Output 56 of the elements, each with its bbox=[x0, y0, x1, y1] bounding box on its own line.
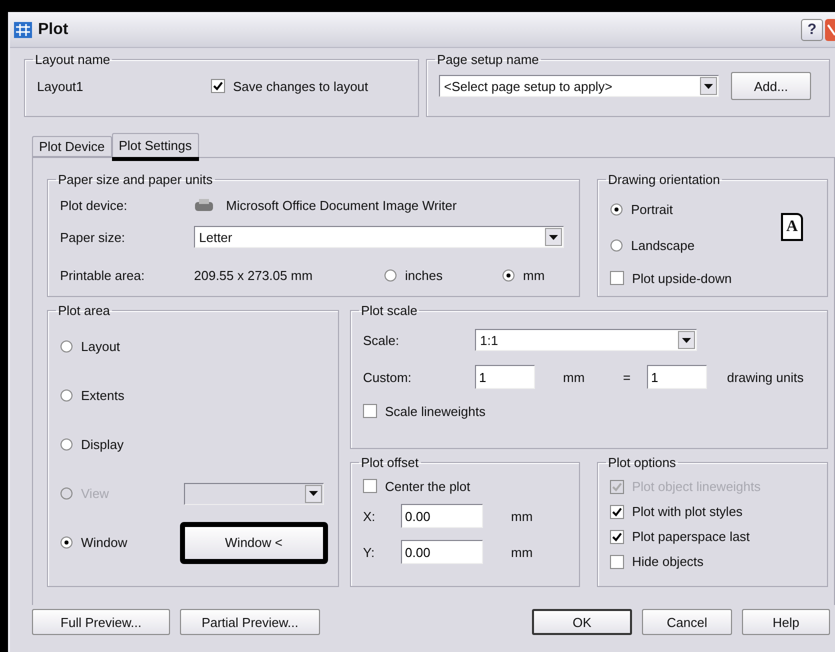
radio-label: Portrait bbox=[631, 202, 673, 216]
add-button[interactable]: Add... bbox=[731, 72, 811, 100]
window-button[interactable]: Window < bbox=[180, 522, 328, 564]
group-title: Drawing orientation bbox=[607, 172, 722, 187]
radio-label: Layout bbox=[81, 339, 120, 354]
paper-size-dropdown[interactable]: Letter bbox=[194, 226, 564, 248]
unit-label: mm bbox=[511, 544, 533, 560]
y-offset-input[interactable]: 0.00 bbox=[401, 540, 483, 564]
field-label: Y: bbox=[363, 544, 376, 560]
help-button[interactable]: ? bbox=[801, 18, 823, 40]
group-title: Plot area bbox=[57, 303, 112, 318]
field-label: Scale: bbox=[363, 332, 400, 348]
unit-label: mm bbox=[563, 370, 586, 384]
checkbox-label: Plot upside-down bbox=[632, 270, 732, 286]
field-label: Paper size: bbox=[60, 230, 126, 244]
group-title: Plot scale bbox=[360, 303, 418, 318]
radio-label: Landscape bbox=[631, 238, 695, 252]
radio-label: inches bbox=[405, 268, 443, 282]
x-offset-input[interactable]: 0.00 bbox=[401, 504, 483, 528]
field-label: Printable area: bbox=[60, 268, 146, 282]
field-label: Custom: bbox=[363, 370, 412, 384]
group-title: Plot options bbox=[607, 455, 677, 470]
checkbox-label: Center the plot bbox=[385, 478, 470, 494]
unit-label: mm bbox=[511, 508, 533, 524]
group-title: Layout name bbox=[34, 52, 112, 67]
window-title: Plot bbox=[38, 20, 70, 38]
layout-name-value: Layout1 bbox=[37, 78, 84, 94]
radio-label: mm bbox=[523, 268, 545, 282]
group-title: Paper size and paper units bbox=[57, 172, 214, 187]
dialog-button[interactable]: OK bbox=[532, 609, 632, 635]
dialog-button[interactable]: Cancel bbox=[642, 609, 732, 635]
radio-label: Display bbox=[81, 437, 124, 452]
equals-sign: = bbox=[623, 370, 632, 384]
checkbox-label: Hide objects bbox=[632, 554, 704, 569]
group-title: Plot offset bbox=[360, 455, 420, 470]
dialog-button[interactable]: Help bbox=[742, 609, 830, 635]
scale-dropdown[interactable]: 1:1 bbox=[475, 329, 697, 351]
plot-device-value: Microsoft Office Document Image Writer bbox=[226, 198, 457, 212]
radio-label: Window bbox=[81, 535, 128, 550]
field-label: Plot device: bbox=[60, 198, 128, 212]
page-setup-dropdown[interactable]: <Select page setup to apply> bbox=[439, 75, 719, 97]
drawing-units-input[interactable]: 1 bbox=[647, 365, 707, 389]
group-title: Page setup name bbox=[436, 52, 540, 67]
checkbox-label: Plot with plot styles bbox=[632, 504, 743, 519]
field-label: X: bbox=[363, 508, 376, 524]
checkbox-label: Scale lineweights bbox=[385, 404, 486, 418]
dialog-button[interactable]: Full Preview... bbox=[32, 609, 170, 635]
checkbox-label: Plot paperspace last bbox=[632, 529, 750, 544]
dialog-button[interactable]: Partial Preview... bbox=[180, 609, 320, 635]
custom-mm-input[interactable]: 1 bbox=[475, 365, 535, 389]
unit-label: drawing units bbox=[727, 370, 804, 384]
radio-label: Extents bbox=[81, 388, 124, 403]
page-orientation-icon: A bbox=[781, 213, 803, 241]
checkbox-label: Save changes to layout bbox=[233, 78, 368, 94]
tab[interactable]: Plot Device bbox=[32, 136, 112, 157]
printable-area-value: 209.55 x 273.05 mm bbox=[194, 268, 314, 282]
